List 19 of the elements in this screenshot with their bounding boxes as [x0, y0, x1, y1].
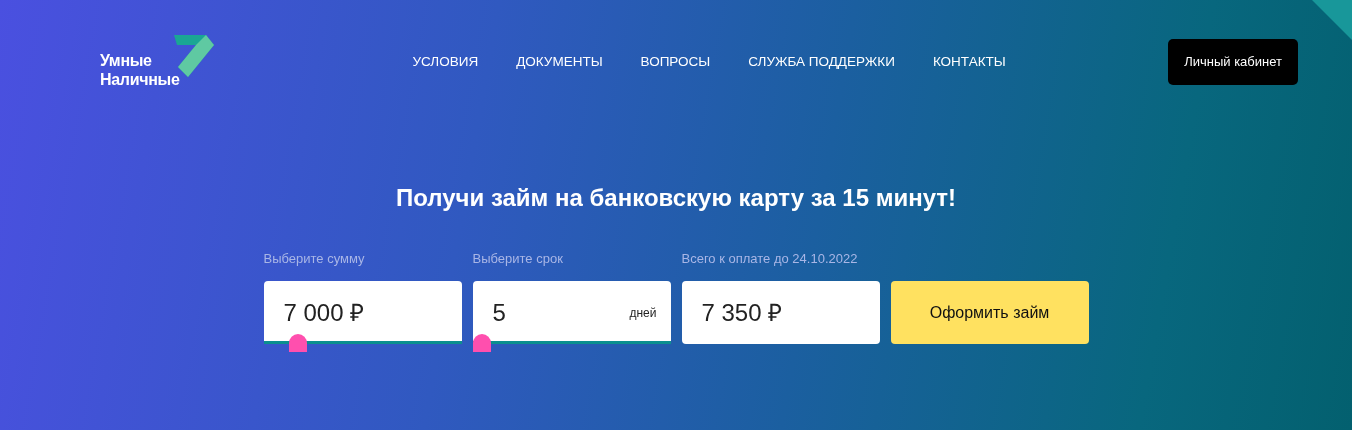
total-field: 7 350 ₽: [681, 281, 880, 345]
submit-button[interactable]: Оформить займ: [890, 281, 1089, 345]
nav-link[interactable]: СЛУЖБА ПОДДЕРЖКИ: [748, 51, 895, 73]
nav-link[interactable]: КОНТАКТЫ: [932, 51, 1006, 73]
nav-link[interactable]: ДОКУМЕНТЫ: [516, 51, 603, 73]
field-label: Выберите срок: [472, 249, 564, 268]
account-button[interactable]: Личный кабинет: [1168, 39, 1298, 85]
unit-label: дней: [629, 304, 657, 322]
nav-link[interactable]: УСЛОВИЯ: [412, 51, 479, 73]
nav-link[interactable]: ВОПРОСЫ: [640, 51, 711, 73]
heading: Получи займ на банковскую карту за 15 минут!: [394, 184, 958, 213]
corner-decoration: [1312, 0, 1352, 40]
input-field[interactable]: 5 дней: [472, 281, 671, 335]
field-label: Выберите сумму: [263, 249, 366, 268]
field-label: Всего к оплате до 24.10.2022: [681, 249, 859, 268]
slider-handle[interactable]: [472, 334, 491, 353]
slider-handle[interactable]: [288, 334, 307, 353]
input-field[interactable]: 7 000 ₽: [263, 281, 462, 335]
logo-text[interactable]: Умные Наличные: [100, 51, 180, 89]
